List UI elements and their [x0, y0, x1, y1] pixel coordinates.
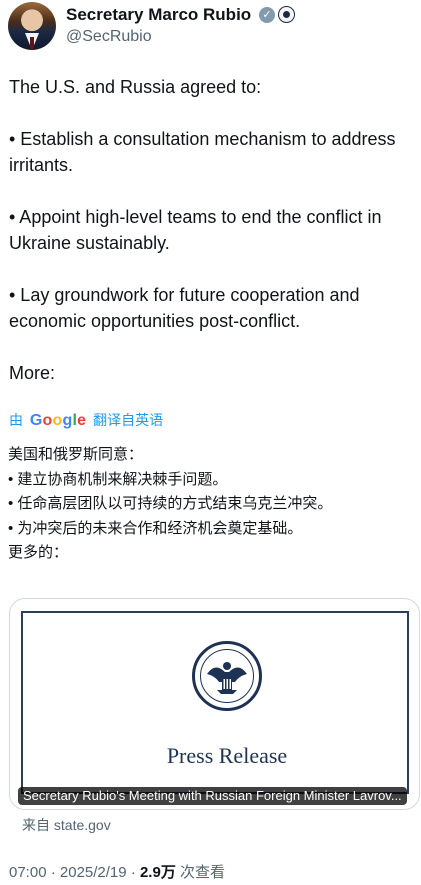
- government-affiliation-icon[interactable]: [278, 6, 295, 23]
- tweet-text: The U.S. and Russia agreed to: • Establi…: [9, 77, 396, 383]
- translation-prefix: 由: [9, 412, 23, 428]
- tweet-time[interactable]: 07:00: [9, 864, 47, 881]
- google-letter: g: [62, 412, 73, 429]
- eagle-icon: [207, 662, 247, 694]
- tweet-meta: 07:00 · 2025/2/19 · 2.9万 次查看: [9, 861, 225, 882]
- link-card[interactable]: Press Release Secretary Rubio's Meeting …: [9, 598, 420, 810]
- avatar-tie: [30, 37, 34, 50]
- google-letter: o: [42, 412, 53, 429]
- meta-separator: ·: [46, 864, 60, 881]
- card-caption[interactable]: Secretary Rubio's Meeting with Russian F…: [18, 787, 407, 805]
- department-of-state-seal-icon: [192, 641, 262, 711]
- google-letter: o: [52, 412, 63, 429]
- translated-text: 美国和俄罗斯同意： • 建立协商机制来解决棘手问题。 • 任命高层团队以可持续的…: [8, 446, 333, 561]
- views-label: 次查看: [175, 864, 225, 881]
- translation-suffix: 翻译自英语: [93, 412, 164, 428]
- verified-badge-icon[interactable]: ✓: [259, 7, 275, 23]
- press-release-title: Press Release: [166, 743, 288, 768]
- tweet-date[interactable]: 2025/2/19: [60, 864, 127, 881]
- translation-attribution[interactable]: 由 Google 翻译自英语: [9, 410, 163, 430]
- card-image: Press Release: [21, 611, 409, 794]
- author-handle[interactable]: @SecRubio: [66, 28, 152, 46]
- tweet-header: Secretary Marco Rubio ✓ @SecRubio: [8, 2, 413, 52]
- google-letter: G: [29, 412, 43, 429]
- google-logo: Google: [30, 412, 86, 429]
- google-letter: e: [77, 412, 87, 429]
- link-source[interactable]: 来自 state.gov: [22, 815, 111, 835]
- meta-separator: ·: [126, 864, 140, 881]
- author-name[interactable]: Secretary Marco Rubio: [66, 5, 251, 25]
- views-count[interactable]: 2.9万: [140, 864, 176, 881]
- avatar[interactable]: [8, 2, 56, 50]
